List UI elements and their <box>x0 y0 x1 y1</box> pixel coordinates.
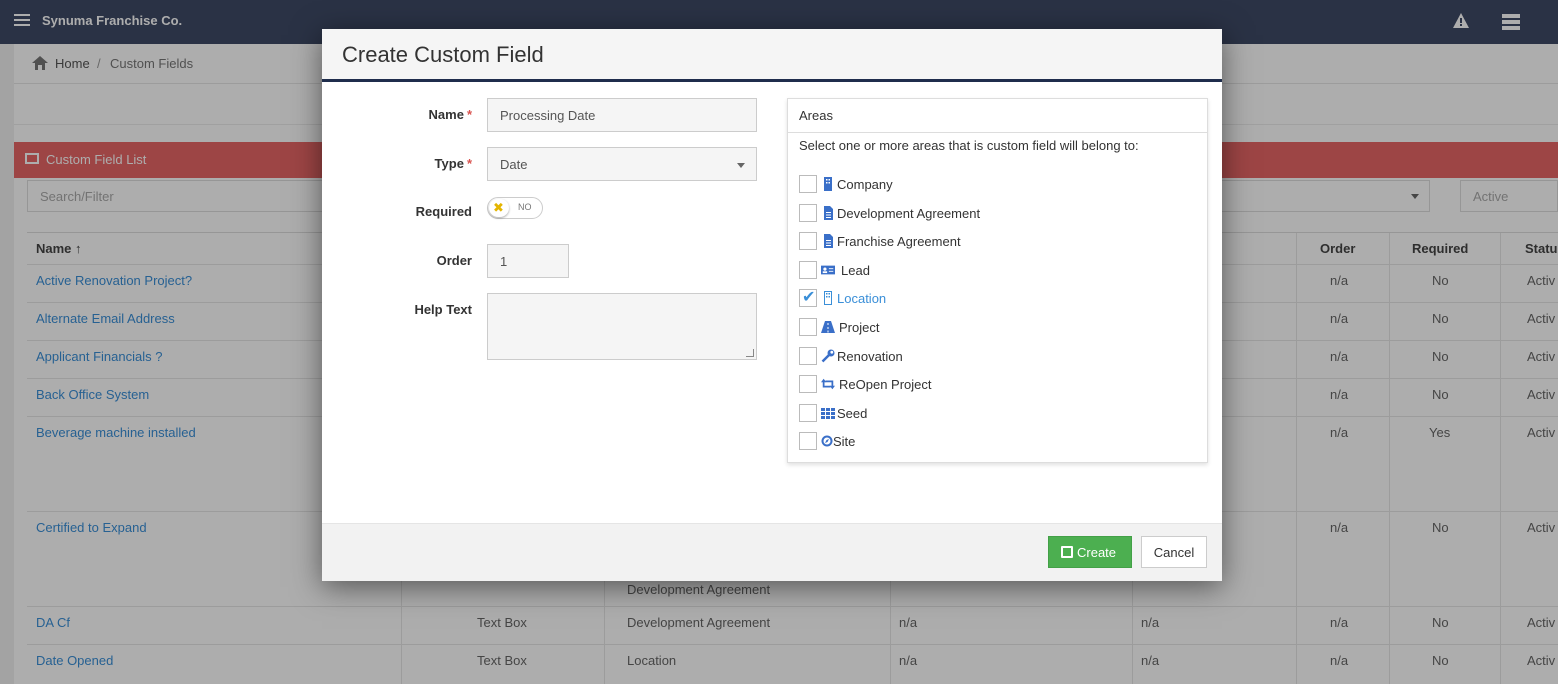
area-checkbox[interactable] <box>799 232 817 250</box>
area-label: Company <box>837 177 893 192</box>
area-label: Seed <box>837 406 868 421</box>
required-asterisk: * <box>466 107 472 122</box>
order-input[interactable] <box>487 244 569 278</box>
type-label: Type * <box>322 156 472 171</box>
area-label: Lead <box>841 263 870 278</box>
area-checkbox-checked[interactable]: ✔ <box>799 289 817 307</box>
road-icon <box>821 321 835 333</box>
building-icon <box>824 177 832 191</box>
modal-title: Create Custom Field <box>342 42 544 67</box>
create-button-label: Create <box>1077 545 1117 560</box>
chevron-down-icon <box>737 163 745 168</box>
required-asterisk: * <box>466 156 472 171</box>
type-label-text: Type <box>434 156 464 171</box>
document-icon <box>824 206 833 220</box>
grid-icon <box>821 408 835 419</box>
wrench-icon <box>821 349 835 363</box>
document-icon <box>824 234 833 248</box>
modal-footer: Create Cancel <box>322 523 1222 581</box>
area-label: Project <box>839 320 880 335</box>
area-checkbox[interactable] <box>799 432 817 450</box>
area-checkbox[interactable] <box>799 318 817 336</box>
resize-handle-icon[interactable] <box>746 349 754 357</box>
area-label: Franchise Agreement <box>837 234 961 249</box>
building-icon <box>824 291 832 305</box>
area-label: Renovation <box>837 349 903 364</box>
id-card-icon <box>821 265 835 275</box>
areas-prompt: Select one or more areas that is custom … <box>799 138 1139 153</box>
modal-header: Create Custom Field <box>322 29 1222 82</box>
toggle-knob: ✖ <box>489 199 509 217</box>
cancel-button[interactable]: Cancel <box>1141 536 1207 568</box>
required-label: Required <box>415 204 472 219</box>
help-text-textarea[interactable] <box>487 293 757 360</box>
area-checkbox[interactable] <box>799 204 817 222</box>
type-select-value: Date <box>500 157 528 172</box>
area-label: ReOpen Project <box>839 377 932 392</box>
name-label-text: Name <box>428 107 464 122</box>
name-input[interactable] <box>487 98 757 132</box>
create-button[interactable]: Create <box>1048 536 1132 568</box>
type-select[interactable]: Date <box>487 147 757 181</box>
order-label: Order <box>436 253 472 268</box>
area-checkbox[interactable] <box>799 261 817 279</box>
save-icon <box>1061 546 1073 558</box>
areas-title: Areas <box>788 99 1207 133</box>
area-checkbox[interactable] <box>799 175 817 193</box>
area-checkbox[interactable] <box>799 347 817 365</box>
create-custom-field-modal: Create Custom Field Name* Type* Date Req… <box>322 29 1222 581</box>
help-text-label: Help Text <box>414 302 472 317</box>
required-toggle[interactable]: ✖ NO <box>487 197 543 219</box>
name-label: Name * <box>322 107 472 122</box>
checkmark-icon: ✔ <box>802 289 816 306</box>
area-label: Site <box>833 434 856 449</box>
area-label: Location <box>837 291 887 306</box>
retweet-icon <box>821 378 835 390</box>
area-checkbox[interactable] <box>799 375 817 393</box>
close-icon: ✖ <box>493 200 504 215</box>
area-checkbox[interactable] <box>799 404 817 422</box>
area-label: Development Agreement <box>837 206 981 221</box>
areas-panel: Areas Select one or more areas that is c… <box>787 98 1208 463</box>
toggle-state-label: NO <box>518 202 532 212</box>
